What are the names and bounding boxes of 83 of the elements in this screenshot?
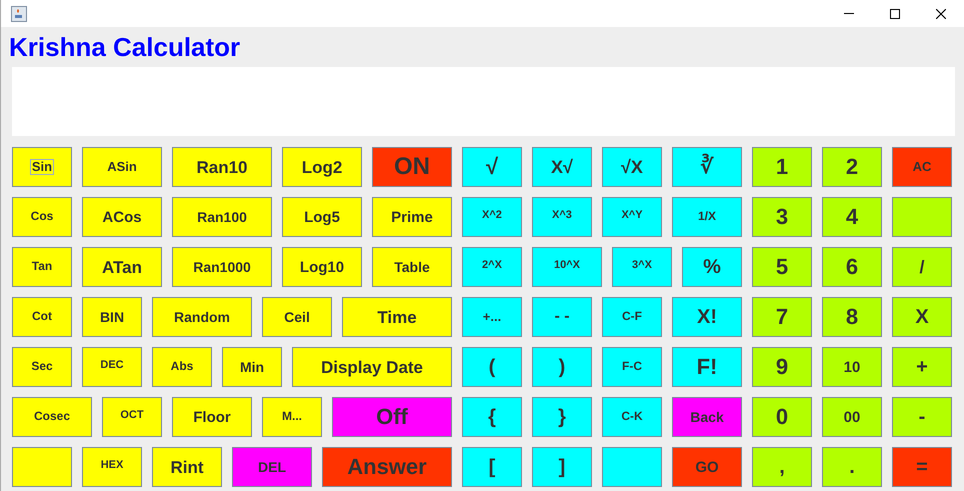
maximize-icon (890, 8, 900, 18)
key-button[interactable]: Ran1000 (172, 247, 272, 287)
key-button[interactable]: Sec (12, 347, 72, 387)
key-button[interactable] (12, 447, 72, 487)
key-button[interactable]: Log5 (282, 197, 362, 237)
key-button[interactable] (602, 447, 662, 487)
key-button[interactable]: Cot (12, 297, 72, 337)
key-button[interactable]: F! (672, 347, 742, 387)
key-button[interactable]: Tan (12, 247, 72, 287)
key-button[interactable]: X^3 (532, 197, 592, 237)
key-button[interactable]: { (462, 397, 522, 437)
key-button[interactable]: C-F (602, 297, 662, 337)
key-button[interactable]: Cosec (12, 397, 92, 437)
key-button[interactable]: 10^X (532, 247, 602, 287)
key-button[interactable]: Min (222, 347, 282, 387)
key-button[interactable]: } (532, 397, 592, 437)
key-button[interactable]: X (892, 297, 952, 337)
key-button[interactable]: 1 (752, 147, 812, 187)
key-button[interactable]: M... (262, 397, 322, 437)
key-button[interactable]: Ran100 (172, 197, 272, 237)
app-title: Krishna Calculator (9, 34, 240, 60)
key-button[interactable]: 10 (822, 347, 882, 387)
key-button[interactable]: Time (342, 297, 452, 337)
key-button[interactable]: 00 (822, 397, 882, 437)
key-button[interactable]: +... (462, 297, 522, 337)
key-button[interactable]: Display Date (292, 347, 452, 387)
key-button[interactable]: X! (672, 297, 742, 337)
key-button[interactable]: ∛ (672, 147, 742, 187)
key-button[interactable]: - (892, 397, 952, 437)
key-button[interactable]: Back (672, 397, 742, 437)
key-button[interactable]: % (682, 247, 742, 287)
key-button[interactable]: 8 (822, 297, 882, 337)
key-button[interactable]: Rint (152, 447, 222, 487)
key-button[interactable]: , (752, 447, 812, 487)
key-button[interactable]: - - (532, 297, 592, 337)
key-button[interactable]: Ran10 (172, 147, 272, 187)
key-button[interactable]: DEC (82, 347, 142, 387)
key-button[interactable]: ATan (82, 247, 162, 287)
key-button[interactable]: ACos (82, 197, 162, 237)
key-button[interactable]: 3 (752, 197, 812, 237)
key-button[interactable]: 0 (752, 397, 812, 437)
key-button[interactable]: Random (152, 297, 252, 337)
key-button[interactable]: [ (462, 447, 522, 487)
key-button[interactable]: Sin (12, 147, 72, 187)
key-button[interactable]: X√ (532, 147, 592, 187)
key-button[interactable] (892, 197, 952, 237)
key-button[interactable]: X^2 (462, 197, 522, 237)
key-button[interactable]: OCT (102, 397, 162, 437)
key-button[interactable]: BIN (82, 297, 142, 337)
key-button[interactable]: Abs (152, 347, 212, 387)
key-button[interactable]: Ceil (262, 297, 332, 337)
key-button[interactable]: Prime (372, 197, 452, 237)
key-button[interactable]: 2 (822, 147, 882, 187)
key-button[interactable]: Cos (12, 197, 72, 237)
key-button[interactable]: √ (462, 147, 522, 187)
key-button[interactable]: HEX (82, 447, 142, 487)
key-button[interactable]: Table (372, 247, 452, 287)
key-button[interactable]: 6 (822, 247, 882, 287)
key-button[interactable]: 4 (822, 197, 882, 237)
minimize-icon (844, 13, 854, 14)
key-button[interactable]: 5 (752, 247, 812, 287)
key-button[interactable]: 3^X (612, 247, 672, 287)
key-button[interactable]: . (822, 447, 882, 487)
key-button[interactable]: ASin (82, 147, 162, 187)
key-button[interactable]: Log2 (282, 147, 362, 187)
key-button[interactable]: Floor (172, 397, 252, 437)
key-button[interactable]: 7 (752, 297, 812, 337)
key-button[interactable]: X^Y (602, 197, 662, 237)
key-button[interactable]: ( (462, 347, 522, 387)
key-button[interactable]: ] (532, 447, 592, 487)
key-button[interactable]: C-K (602, 397, 662, 437)
key-button[interactable]: √X (602, 147, 662, 187)
key-button[interactable]: Off (332, 397, 452, 437)
key-button[interactable]: / (892, 247, 952, 287)
key-button[interactable]: 9 (752, 347, 812, 387)
key-button[interactable]: DEL (232, 447, 312, 487)
key-button[interactable]: + (892, 347, 952, 387)
close-icon (936, 8, 946, 18)
key-button[interactable]: 1/X (672, 197, 742, 237)
key-button[interactable]: Log10 (282, 247, 362, 287)
key-button[interactable]: 2^X (462, 247, 522, 287)
key-button[interactable]: F-C (602, 347, 662, 387)
key-button[interactable]: ) (532, 347, 592, 387)
